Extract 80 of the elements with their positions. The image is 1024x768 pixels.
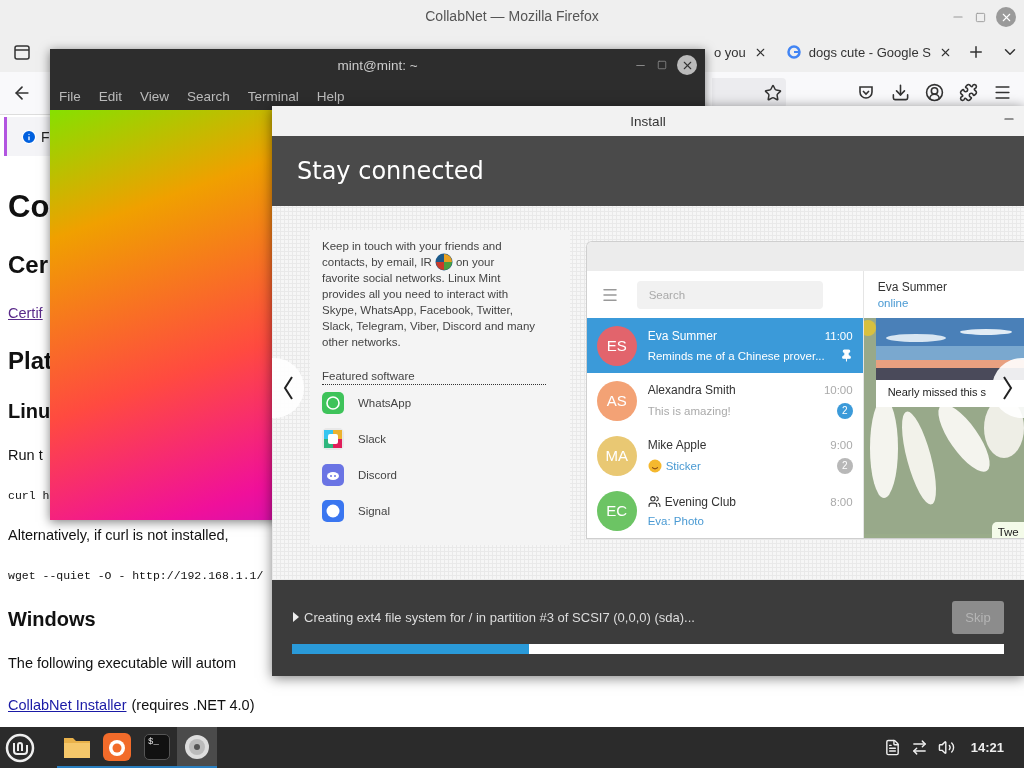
section-heading: Cer	[8, 251, 49, 279]
description-text: contacts, by email, IR	[322, 255, 432, 270]
page-text: Alternatively, if curl is not installed,	[8, 527, 229, 543]
menu-item[interactable]: View	[140, 88, 170, 104]
close-button[interactable]	[677, 55, 697, 75]
status-text: Creating ext4 file system for / in partition #3 of SCSI7 (0,0,0) (sda)...	[292, 609, 695, 625]
search-engine-icon	[786, 45, 801, 60]
section-heading: Plat	[8, 347, 52, 375]
contact-name: Eva Summer	[877, 280, 948, 294]
avatar: ES	[596, 325, 637, 366]
menu-item[interactable]: Help	[316, 88, 345, 104]
chat-time: 10:00	[823, 383, 853, 396]
chevron-left-icon	[282, 375, 294, 401]
subsection-heading: Linu	[8, 399, 51, 423]
clock[interactable]: 14:21	[970, 740, 1004, 755]
previous-button[interactable]	[272, 358, 304, 418]
menu-item[interactable]: Edit	[98, 88, 123, 104]
window-title: CollabNet — Mozilla Firefox	[425, 8, 599, 25]
page-link[interactable]: Certif	[8, 305, 43, 321]
chat-name: Alexandra Smith	[647, 382, 737, 397]
discord-icon	[322, 464, 344, 486]
address-field[interactable]	[712, 77, 786, 108]
chat-time: 9:00	[830, 438, 853, 451]
slack-icon	[322, 428, 344, 450]
notes-icon[interactable]	[883, 739, 901, 756]
smiley-icon	[647, 458, 662, 473]
description-text: Keep in touch with your friends and	[322, 239, 503, 254]
maximize-icon[interactable]	[657, 60, 667, 70]
volume-icon[interactable]	[937, 739, 955, 756]
software-name: Signal	[358, 505, 390, 517]
description-text: favorite social networks. Linux Mint provides all you need to interact with Skype, WhatsApp, Facebook, Twitter, Slack, Telegram, Viber, Discord and many other networks.	[322, 271, 537, 350]
chat-time: 11:00	[824, 330, 853, 342]
page-text: Run t	[8, 447, 43, 463]
browser-tab[interactable]: dogs cute - Google S	[780, 36, 958, 69]
software-name: WhatsApp	[358, 397, 412, 409]
code-line: wget --quiet -O - http://192.168.1.1/	[8, 568, 264, 582]
bookmark-star-icon[interactable]	[764, 83, 782, 102]
chat-message: This is amazing!	[647, 404, 732, 417]
chat-message: Sticker	[665, 459, 702, 472]
slide-title: Stay connected	[297, 157, 484, 185]
avatar: AS	[596, 380, 637, 421]
avatar: EC	[596, 490, 637, 531]
chat-name: Mike Apple	[647, 437, 708, 452]
chat-message: Reminds me of a Chinese prover...	[647, 349, 826, 362]
contact-status: online	[877, 297, 910, 309]
signal-icon	[322, 500, 344, 522]
chat-name: Eva Summer	[647, 329, 718, 343]
menu-item[interactable]: Terminal	[247, 88, 299, 104]
avatar: MA	[596, 435, 637, 476]
window-title: Install	[630, 113, 666, 129]
subsection-heading: Windows	[8, 607, 96, 631]
window-title: mint@mint: ~	[337, 58, 418, 73]
globe-icon	[434, 253, 453, 271]
info-icon	[21, 128, 37, 145]
page-text: The following executable will autom	[8, 655, 237, 671]
page-heading: Co	[8, 189, 50, 225]
browser-tab[interactable]: o you	[708, 36, 773, 69]
page-link[interactable]: CollabNet Installer	[8, 697, 127, 713]
menu-item[interactable]: Search	[187, 88, 230, 104]
chat-name: Evening Club	[664, 494, 738, 509]
whatsapp-icon	[322, 392, 344, 414]
menu-item[interactable]: File	[59, 88, 81, 104]
featured-label: Featured software	[322, 370, 546, 385]
software-name: Slack	[358, 433, 387, 445]
network-icon[interactable]	[910, 739, 928, 756]
expander-icon[interactable]	[292, 612, 300, 622]
chat-message: Eva: Photo	[647, 514, 705, 527]
description-text: on your	[455, 255, 495, 270]
disc-icon	[184, 733, 210, 760]
page-text: (requires .NET 4.0)	[131, 697, 255, 713]
browser-icon	[103, 732, 131, 761]
chat-time: 8:00	[830, 495, 853, 508]
software-name: Discord	[358, 469, 397, 481]
search-field[interactable]: Search	[636, 280, 823, 309]
terminal-icon: $_	[144, 733, 170, 760]
unread-badge: 2	[836, 457, 853, 474]
code-line: curl h	[8, 488, 50, 502]
notification-text: F	[41, 128, 50, 145]
taskbar-app[interactable]	[177, 727, 217, 768]
unread-badge: 2	[836, 402, 853, 419]
